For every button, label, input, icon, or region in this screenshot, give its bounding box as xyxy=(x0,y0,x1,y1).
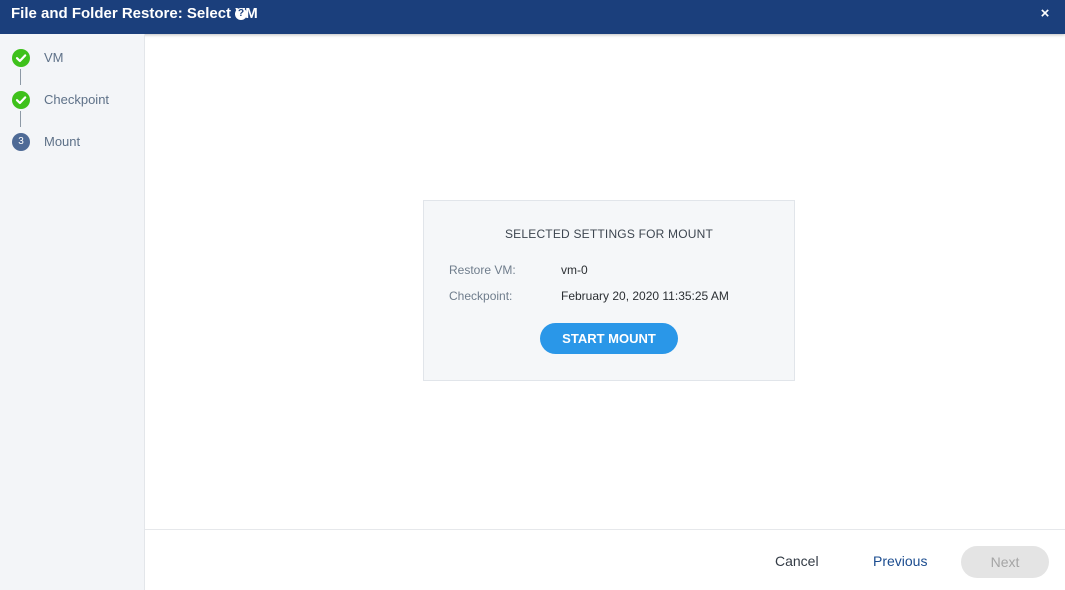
start-mount-button[interactable]: START MOUNT xyxy=(540,323,678,354)
step-label: VM xyxy=(44,50,64,65)
step-number-badge: 3 xyxy=(12,133,30,151)
checkpoint-value: February 20, 2020 11:35:25 AM xyxy=(561,289,729,303)
card-heading: SELECTED SETTINGS FOR MOUNT xyxy=(504,227,714,241)
step-connector xyxy=(20,111,21,127)
restore-vm-label: Restore VM: xyxy=(449,263,516,277)
close-icon[interactable]: × xyxy=(1037,5,1053,23)
dialog-title: File and Folder Restore: Select VM xyxy=(11,5,258,22)
title-bar: File and Folder Restore: Select VM ? × xyxy=(0,0,1065,34)
cancel-button[interactable]: Cancel xyxy=(775,552,819,570)
wizard-steps-sidebar: VM Checkpoint 3 Mount xyxy=(0,34,145,590)
help-icon[interactable]: ? xyxy=(235,8,247,20)
check-circle-icon xyxy=(12,91,30,109)
mount-summary-card: SELECTED SETTINGS FOR MOUNT Restore VM: … xyxy=(423,200,795,381)
restore-vm-value: vm-0 xyxy=(561,263,588,277)
next-button[interactable]: Next xyxy=(961,546,1049,578)
step-label: Checkpoint xyxy=(44,92,110,107)
step-label: Mount xyxy=(44,134,81,149)
previous-button[interactable]: Previous xyxy=(873,552,927,570)
footer-divider xyxy=(145,529,1065,530)
checkpoint-label: Checkpoint: xyxy=(449,289,513,303)
check-circle-icon xyxy=(12,49,30,67)
step-connector xyxy=(20,69,21,85)
